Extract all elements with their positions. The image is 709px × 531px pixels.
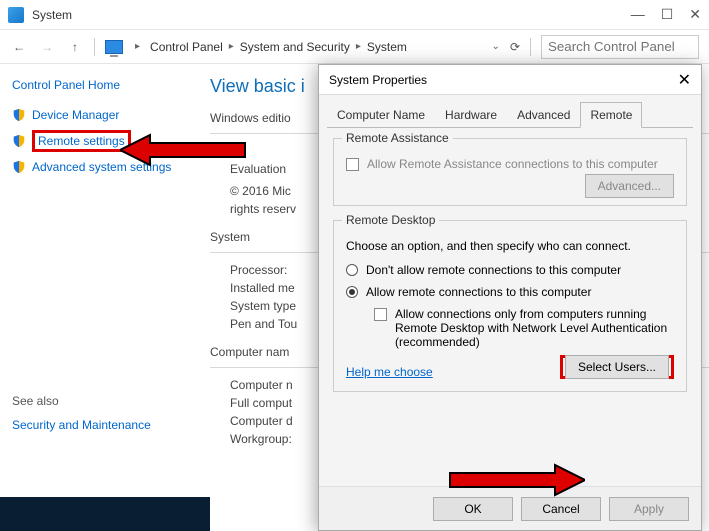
up-button[interactable]: ↑ (66, 38, 84, 56)
tab-advanced[interactable]: Advanced (507, 102, 580, 128)
allow-remote-assistance-checkbox[interactable]: Allow Remote Assistance connections to t… (346, 157, 674, 171)
chevron-right-icon[interactable]: ▸ (356, 41, 361, 52)
shield-icon (12, 108, 26, 122)
refresh-button[interactable]: ⟳ (510, 40, 520, 54)
tab-strip: Computer Name Hardware Advanced Remote (327, 101, 693, 128)
apply-button[interactable]: Apply (609, 497, 689, 521)
breadcrumb-item[interactable]: Control Panel (150, 40, 223, 54)
titlebar: System — ☐ ✕ (0, 0, 709, 30)
radio-dont-allow[interactable]: Don't allow remote connections to this c… (346, 263, 674, 277)
breadcrumb-item[interactable]: System and Security (240, 40, 350, 54)
radio-icon (346, 286, 358, 298)
sidebar: Control Panel Home Device Manager Remote… (0, 64, 190, 531)
sidebar-item-label: Advanced system settings (32, 160, 171, 174)
tab-computer-name[interactable]: Computer Name (327, 102, 435, 128)
system-icon (8, 7, 24, 23)
close-button[interactable]: ✕ (689, 6, 701, 23)
dropdown-icon[interactable]: ⌄ (492, 41, 500, 52)
group-legend: Remote Desktop (342, 213, 439, 227)
maximize-button[interactable]: ☐ (661, 6, 674, 23)
location-dropdown-icon[interactable]: ▸ (135, 41, 140, 52)
breadcrumb: Control Panel ▸ System and Security ▸ Sy… (150, 40, 407, 54)
radio-allow[interactable]: Allow remote connections to this compute… (346, 285, 674, 299)
remote-assistance-group: Remote Assistance Allow Remote Assistanc… (333, 138, 687, 206)
checkbox-label: Allow connections only from computers ru… (395, 307, 674, 349)
radio-label: Allow remote connections to this compute… (366, 285, 591, 299)
tab-hardware[interactable]: Hardware (435, 102, 507, 128)
checkbox-icon (346, 158, 359, 171)
shield-icon (12, 134, 26, 148)
control-panel-home-link[interactable]: Control Panel Home (12, 78, 178, 92)
ok-button[interactable]: OK (433, 497, 513, 521)
tab-remote[interactable]: Remote (580, 102, 642, 128)
system-properties-dialog: System Properties ✕ Computer Name Hardwa… (318, 64, 702, 531)
sidebar-item-label: Remote settings (38, 134, 125, 148)
computer-icon (105, 40, 123, 54)
minimize-button[interactable]: — (631, 6, 645, 23)
breadcrumb-item[interactable]: System (367, 40, 407, 54)
dialog-close-button[interactable]: ✕ (678, 70, 691, 90)
help-me-choose-link[interactable]: Help me choose (346, 365, 433, 379)
back-button[interactable]: ← (10, 38, 28, 56)
group-legend: Remote Assistance (342, 131, 453, 145)
see-also-header: See also (12, 394, 178, 408)
dialog-title: System Properties (329, 73, 427, 87)
select-users-button[interactable]: Select Users... (565, 355, 669, 379)
window-title: System (32, 8, 72, 22)
remote-desktop-group: Remote Desktop Choose an option, and the… (333, 220, 687, 392)
forward-button[interactable]: → (38, 38, 56, 56)
advanced-button[interactable]: Advanced... (585, 174, 674, 198)
see-also-link[interactable]: Security and Maintenance (12, 418, 178, 432)
checkbox-label: Allow Remote Assistance connections to t… (367, 157, 658, 171)
navbar: ← → ↑ ▸ Control Panel ▸ System and Secur… (0, 30, 709, 64)
radio-icon (346, 264, 358, 276)
nla-checkbox[interactable]: Allow connections only from computers ru… (374, 307, 674, 349)
cancel-button[interactable]: Cancel (521, 497, 601, 521)
chevron-right-icon[interactable]: ▸ (229, 41, 234, 52)
taskbar (0, 497, 210, 531)
sidebar-item-device-manager[interactable]: Device Manager (12, 108, 178, 122)
sidebar-item-remote-settings[interactable]: Remote settings (12, 130, 178, 152)
sidebar-item-advanced-settings[interactable]: Advanced system settings (12, 160, 178, 174)
sidebar-item-label: Device Manager (32, 108, 119, 122)
search-input[interactable] (541, 35, 699, 59)
radio-label: Don't allow remote connections to this c… (366, 263, 621, 277)
instruction-text: Choose an option, and then specify who c… (346, 239, 674, 253)
checkbox-icon (374, 308, 387, 321)
shield-icon (12, 160, 26, 174)
